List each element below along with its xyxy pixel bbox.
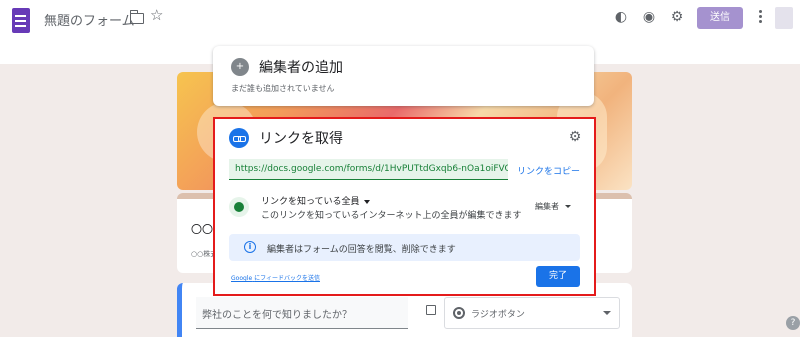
help-icon[interactable]: ?: [786, 316, 800, 330]
get-link-panel: リンクを取得 ⚙ https://docs.google.com/forms/d…: [213, 117, 596, 296]
form-card-title: 〇〇: [191, 223, 213, 236]
send-button[interactable]: 送信: [697, 7, 743, 29]
info-icon: i: [244, 241, 256, 253]
info-text: 編集者はフォームの回答を閲覧、削除できます: [267, 245, 456, 255]
eye-icon[interactable]: ◉: [640, 8, 658, 26]
feedback-prefix: Google: [231, 275, 253, 282]
editors-panel: + 編集者の追加 まだ誰も追加されていません: [213, 46, 594, 106]
gear-icon[interactable]: ⚙: [668, 8, 686, 26]
add-person-icon[interactable]: +: [231, 58, 249, 76]
kebab-icon[interactable]: [759, 10, 763, 24]
editors-title: 編集者の追加: [259, 60, 343, 76]
info-banner: i 編集者はフォームの回答を閲覧、削除できます: [229, 234, 580, 261]
link-access-select[interactable]: リンクを知っている全員: [261, 194, 370, 207]
link-access-label: リンクを知っている全員: [261, 197, 360, 207]
google-forms-icon[interactable]: [12, 8, 30, 33]
copy-link-button[interactable]: リンクをコピー: [517, 164, 580, 177]
role-label: 編集者: [535, 202, 559, 211]
question-input[interactable]: 弊社のことを何で知りましたか？: [196, 297, 408, 329]
palette-icon[interactable]: ◐: [612, 8, 630, 26]
caret-down-icon: [363, 199, 370, 204]
chevron-down-icon: [603, 311, 611, 315]
feedback-text: にフィードバックを送信: [254, 275, 320, 282]
radio-icon: [453, 307, 465, 319]
link-settings-icon[interactable]: ⚙: [568, 130, 582, 144]
link-access-description: このリンクを知っているインターネット上の全員が編集できます: [261, 211, 522, 221]
share-url-field[interactable]: https://docs.google.com/forms/d/1HvPUTtd…: [229, 159, 508, 180]
role-select[interactable]: 編集者: [535, 201, 571, 212]
question-type-label: ラジオボタン: [471, 310, 525, 320]
form-title[interactable]: 無題のフォーム: [44, 10, 135, 29]
link-icon: [229, 128, 249, 148]
feedback-link[interactable]: Google にフィードバックを送信: [231, 273, 320, 282]
image-icon[interactable]: [426, 305, 436, 315]
editors-subtitle: まだ誰も追加されていません: [231, 84, 335, 93]
avatar[interactable]: [775, 7, 793, 29]
question-type-select[interactable]: ラジオボタン: [444, 297, 620, 329]
folder-icon[interactable]: [129, 10, 144, 24]
done-button[interactable]: 完了: [536, 266, 580, 287]
caret-down-icon: [565, 205, 571, 208]
globe-icon: [229, 197, 249, 217]
get-link-title: リンクを取得: [259, 131, 343, 147]
star-icon[interactable]: ☆: [150, 8, 163, 23]
